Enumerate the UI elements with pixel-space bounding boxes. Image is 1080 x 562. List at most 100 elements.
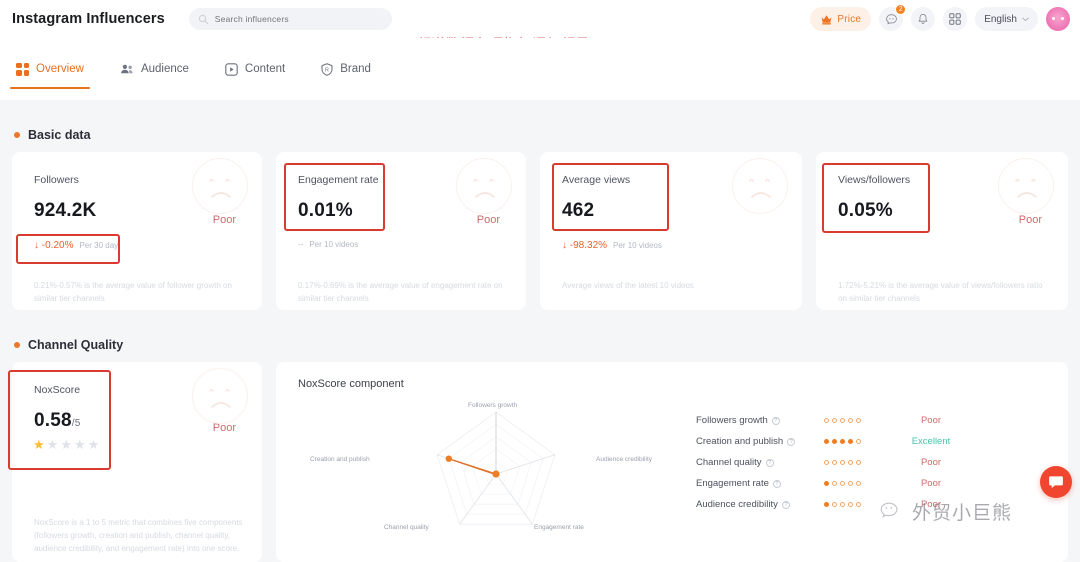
bullet-dot-icon <box>14 132 20 138</box>
sad-face-icon <box>192 158 248 214</box>
card-engagement-rate-note: 0.17%-0.69% is the average value of enga… <box>298 281 503 303</box>
highlight-followers-delta <box>16 234 120 264</box>
card-followers: Followers 924.2K ↓ -0.20% Per 30 day Poo… <box>12 152 262 310</box>
card-followers-label: Followers <box>34 174 79 186</box>
play-box-icon <box>225 62 238 76</box>
sad-face-icon <box>732 158 788 214</box>
chat-support-icon <box>1049 475 1063 488</box>
component-row-audience-credibility: Audience credibility ? Poor <box>696 494 966 515</box>
section-channel-quality-label: Channel Quality <box>28 338 124 352</box>
search-box[interactable] <box>188 8 392 30</box>
card-average-views-delta: ↓ -98.32% Per 10 videos <box>562 240 662 251</box>
sad-face-icon <box>998 158 1054 214</box>
component-label: Engagement rate <box>696 478 769 489</box>
component-rating: Excellent <box>911 436 951 447</box>
question-icon[interactable]: ? <box>771 416 780 425</box>
radar-label-followers-growth: Followers growth <box>468 402 518 409</box>
component-row-followers-growth: Followers growth ? Poor <box>696 410 966 431</box>
component-rating: Poor <box>920 499 942 510</box>
component-label: Channel quality <box>696 457 762 468</box>
panel-noxscore-component: NoxScore component Followers growth Audi… <box>276 362 1068 562</box>
card-engagement-rate-delta-value: -- <box>298 240 304 249</box>
language-label: English <box>984 13 1017 25</box>
tab-audience[interactable]: Audience <box>120 38 189 100</box>
component-label: Audience credibility <box>696 499 778 510</box>
component-dots <box>824 481 896 486</box>
tab-content[interactable]: Content <box>225 38 285 100</box>
highlight-average-views <box>552 163 669 231</box>
highlight-views-followers <box>822 163 930 233</box>
section-basic-data: Basic data <box>14 128 91 142</box>
noxscore-component-list: Followers growth ? Poor Creation and pub… <box>696 410 966 515</box>
search-input[interactable] <box>214 14 365 24</box>
component-rating: Poor <box>920 457 942 468</box>
page-title: Instagram Influencers <box>12 11 165 27</box>
tab-bar: Overview Audience Content R Brand <box>0 38 1080 100</box>
chevron-down-icon <box>1022 17 1029 21</box>
component-name: Engagement rate ? <box>696 478 824 489</box>
component-row-engagement-rate: Engagement rate ? Poor <box>696 473 966 494</box>
component-dots <box>824 502 896 507</box>
component-rating: Poor <box>920 478 942 489</box>
component-name: Creation and publish ? <box>696 436 824 447</box>
crown-hand-icon <box>822 15 832 25</box>
shield-r-icon: R <box>321 62 333 76</box>
tab-brand-label: Brand <box>340 63 371 75</box>
support-chat-button[interactable] <box>1040 466 1072 498</box>
radar-label-audience-credibility: Audience credibility <box>596 456 653 463</box>
messages-button[interactable]: 2 <box>879 4 907 31</box>
card-followers-rating: Poor <box>212 214 236 226</box>
radar-label-channel-quality: Channel quality <box>384 524 429 531</box>
bell-icon <box>918 13 928 24</box>
card-views-followers-rating: Poor <box>1018 214 1042 226</box>
tab-overview[interactable]: Overview <box>10 38 90 100</box>
component-name: Audience credibility ? <box>696 499 824 510</box>
component-rating: Poor <box>920 415 942 426</box>
tab-content-label: Content <box>244 63 286 75</box>
card-followers-note: 0.21%-0.57% is the average value of foll… <box>34 281 232 303</box>
card-engagement-rate-delta: -- Per 10 videos <box>298 240 358 249</box>
section-channel-quality: Channel Quality <box>14 338 123 352</box>
card-average-views-delta-period: Per 10 videos <box>613 241 662 250</box>
people-icon <box>121 64 133 74</box>
card-views-followers-note: 1.72%-5.21% is the average value of view… <box>838 281 1043 303</box>
avatar[interactable] <box>1046 7 1070 31</box>
component-row-creation-and-publish: Creation and publish ? Excellent <box>696 431 966 452</box>
card-average-views-delta-value: ↓ -98.32% <box>562 240 608 251</box>
grid-squares-icon <box>16 62 29 76</box>
tab-brand[interactable]: R Brand <box>321 38 371 100</box>
message-icon <box>885 13 897 24</box>
price-button[interactable]: Price <box>810 7 872 31</box>
card-engagement-rate-delta-period: Per 10 videos <box>309 240 359 249</box>
app-page: Instagram Influencers Price <box>0 0 1080 562</box>
price-label: Price <box>837 13 862 25</box>
question-icon[interactable]: ? <box>787 437 796 446</box>
question-icon[interactable]: ? <box>781 500 790 509</box>
card-engagement-rate-rating: Poor <box>476 214 500 226</box>
grid-apps-icon <box>949 13 961 25</box>
language-selector[interactable]: English <box>975 7 1038 31</box>
question-icon[interactable]: ? <box>765 458 774 467</box>
sad-face-icon <box>456 158 512 214</box>
component-row-channel-quality: Channel quality ? Poor <box>696 452 966 473</box>
component-dots <box>824 460 896 465</box>
notifications-button[interactable] <box>911 7 936 31</box>
header-actions: Price 2 English <box>810 0 1080 38</box>
search-icon <box>198 14 208 24</box>
card-noxscore-note: NoxScore is a 1 to 5 metric that combine… <box>34 518 243 553</box>
sad-face-icon <box>192 368 248 424</box>
tab-overview-label: Overview <box>36 63 84 75</box>
app-header: Instagram Influencers Price <box>0 0 1080 38</box>
highlight-noxscore <box>8 370 111 470</box>
card-followers-value: 924.2K <box>34 200 97 221</box>
component-name: Followers growth ? <box>696 415 824 426</box>
section-basic-data-label: Basic data <box>28 128 91 142</box>
component-label: Followers growth <box>696 415 768 426</box>
component-dots <box>824 418 896 423</box>
question-icon[interactable]: ? <box>772 479 781 488</box>
apps-button[interactable] <box>943 7 968 31</box>
highlight-engagement-rate <box>284 163 385 231</box>
component-label: Creation and publish <box>696 436 784 447</box>
bullet-dot-icon <box>14 342 20 348</box>
svg-text:R: R <box>325 67 329 73</box>
